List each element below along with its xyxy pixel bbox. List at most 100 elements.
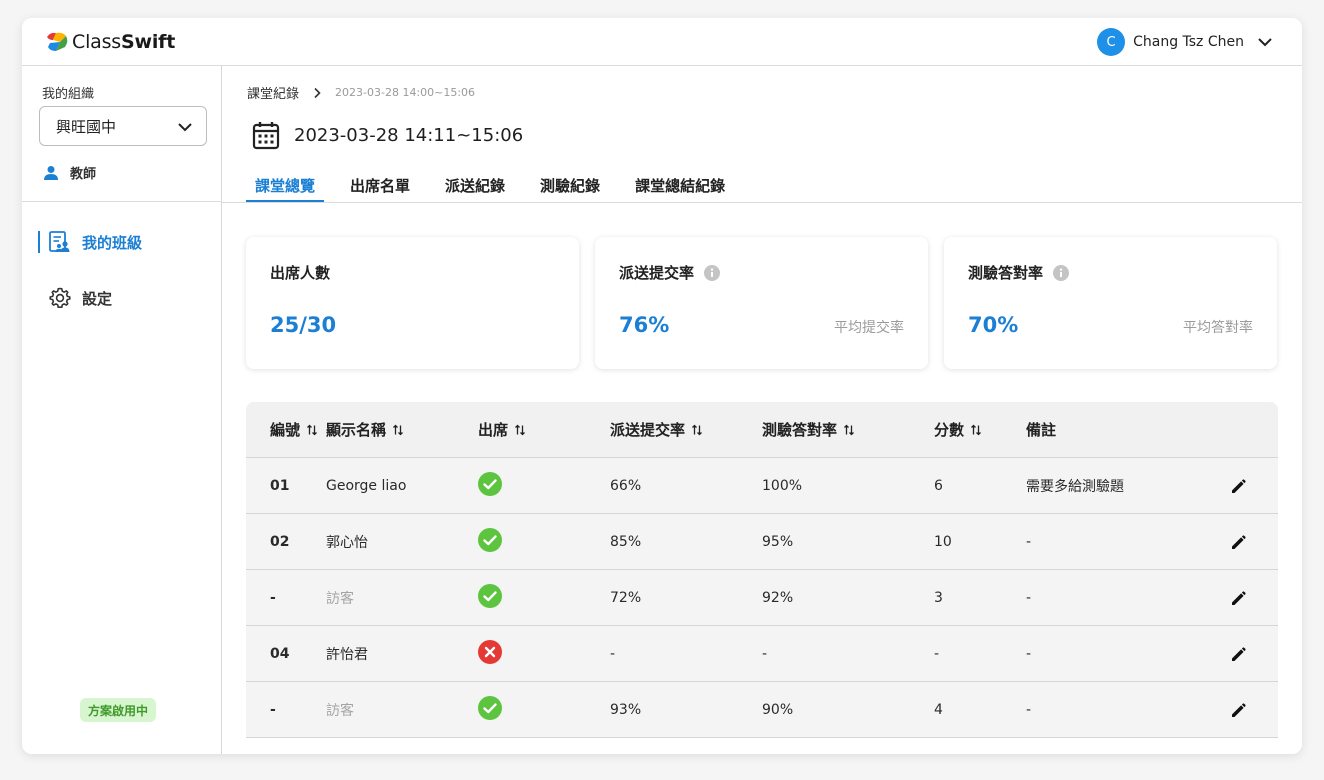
cell-actions: [1208, 477, 1278, 495]
pencil-icon[interactable]: [1230, 477, 1248, 495]
cell-submit-rate: 66%: [610, 477, 642, 494]
org-label: 我的組織: [42, 87, 95, 102]
tab-quiz-records[interactable]: 測驗紀錄: [531, 170, 609, 202]
sidebar-item-my-classes[interactable]: 我的班級: [38, 227, 142, 257]
info-icon[interactable]: [704, 264, 721, 281]
cell-name: 訪客: [326, 702, 354, 719]
column-header-name[interactable]: 顯示名稱: [326, 419, 478, 440]
cell-attendance: [478, 471, 610, 500]
cell-actions: [1208, 645, 1278, 663]
cell-attendance: [478, 695, 610, 724]
column-header-id[interactable]: 編號: [246, 419, 326, 440]
x-circle-icon: [478, 639, 502, 664]
stat-card-quiz-accuracy: 測驗答對率 70% 平均答對率: [944, 237, 1277, 369]
column-header-note: 備註: [1026, 421, 1057, 439]
cell-name: 郭心怡: [326, 534, 368, 551]
cell-actions: [1208, 533, 1278, 551]
class-roster-icon: [49, 231, 70, 252]
table-row: 01 George liao 66% 100% 6 需要多給測驗題: [246, 458, 1278, 514]
sort-arrows-icon[interactable]: [392, 424, 404, 436]
sort-arrows-icon[interactable]: [970, 424, 982, 436]
tab-attendance[interactable]: 出席名單: [341, 170, 419, 202]
chevron-down-icon[interactable]: [1256, 33, 1274, 51]
column-header-attendance[interactable]: 出席: [478, 419, 610, 440]
check-circle-icon: [478, 583, 502, 608]
main-content: 課堂紀錄 2023-03-28 14:00~15:06 2023-03-28 1…: [222, 66, 1302, 754]
avatar: C: [1097, 28, 1126, 56]
cell-score: 4: [934, 701, 943, 718]
stat-value: 25/30: [270, 313, 337, 337]
cell-accuracy: 92%: [762, 589, 794, 606]
breadcrumb: 課堂紀錄 2023-03-28 14:00~15:06: [247, 83, 475, 102]
check-circle-icon: [478, 695, 502, 720]
column-header-accuracy[interactable]: 測驗答對率: [762, 419, 934, 440]
cell-actions: [1208, 589, 1278, 607]
tab-bar: 課堂總覽 出席名單 派送紀錄 測驗紀錄 課堂總結紀錄: [246, 170, 751, 202]
cell-attendance: [478, 583, 610, 612]
check-circle-icon: [478, 527, 502, 552]
sort-arrows-icon[interactable]: [514, 424, 526, 436]
cell-accuracy: 95%: [762, 533, 794, 550]
breadcrumb-root-link[interactable]: 課堂紀錄: [247, 83, 299, 102]
page-title: 2023-03-28 14:11~15:06: [252, 120, 523, 150]
sort-arrows-icon[interactable]: [843, 424, 855, 436]
stat-subtitle: 平均答對率: [1183, 320, 1253, 336]
logo-text: ClassSwift: [72, 31, 176, 53]
cell-score: 6: [934, 477, 943, 494]
student-table: 編號 顯示名稱 出席 派送提交率 測驗答對率 分數 備註 01 George l…: [246, 402, 1278, 738]
sidebar-item-settings[interactable]: 設定: [38, 283, 112, 313]
cell-note: -: [1026, 645, 1032, 662]
cell-attendance: [478, 527, 610, 556]
nav-label-my-classes: 我的班級: [82, 233, 143, 252]
page-title-text: 2023-03-28 14:11~15:06: [294, 124, 524, 146]
calendar-icon: [252, 122, 280, 150]
cell-actions: [1208, 701, 1278, 719]
cell-submit-rate: 85%: [610, 533, 642, 550]
cell-accuracy: 90%: [762, 701, 794, 718]
cell-submit-rate: 93%: [610, 701, 642, 718]
stat-subtitle: 平均提交率: [834, 320, 904, 336]
cell-score: -: [934, 645, 940, 662]
sort-arrows-icon[interactable]: [691, 424, 703, 436]
table-header: 編號 顯示名稱 出席 派送提交率 測驗答對率 分數 備註: [246, 402, 1278, 458]
cell-submit-rate: 72%: [610, 589, 642, 606]
top-bar: ClassSwift C Chang Tsz Chen: [22, 18, 1302, 66]
pencil-icon[interactable]: [1230, 533, 1248, 551]
pencil-icon[interactable]: [1230, 701, 1248, 719]
cell-name: 訪客: [326, 590, 354, 607]
cell-note: -: [1026, 589, 1032, 606]
info-icon[interactable]: [1053, 264, 1070, 281]
cell-id: 04: [270, 645, 290, 662]
chevron-down-icon: [178, 123, 192, 132]
user-menu[interactable]: C Chang Tsz Chen: [1097, 28, 1274, 56]
user-role: 教師: [42, 163, 96, 182]
tab-overview[interactable]: 課堂總覽: [246, 170, 325, 202]
user-name: Chang Tsz Chen: [1133, 34, 1244, 50]
table-row: 04 許怡君 - - - -: [246, 626, 1278, 682]
stat-card-submit-rate: 派送提交率 76% 平均提交率: [595, 237, 928, 369]
column-header-score[interactable]: 分數: [934, 419, 1026, 440]
check-circle-icon: [478, 471, 502, 496]
pencil-icon[interactable]: [1230, 589, 1248, 607]
stat-title: 測驗答對率: [968, 262, 1070, 283]
classswift-logo[interactable]: ClassSwift: [44, 30, 175, 54]
org-select[interactable]: 興旺國中: [39, 106, 207, 146]
cell-submit-rate: -: [610, 645, 616, 662]
tab-dispatch-records[interactable]: 派送紀錄: [436, 170, 514, 202]
logo-mark-icon: [47, 32, 68, 51]
column-header-submit-rate[interactable]: 派送提交率: [610, 419, 762, 440]
stat-value: 70%: [968, 313, 1019, 337]
breadcrumb-current: 2023-03-28 14:00~15:06: [335, 86, 476, 99]
sort-arrows-icon[interactable]: [306, 424, 318, 436]
person-icon: [44, 165, 58, 180]
table-row: - 訪客 72% 92% 3 -: [246, 570, 1278, 626]
tab-summary-records[interactable]: 課堂總結紀錄: [626, 170, 734, 202]
table-row: 02 郭心怡 85% 95% 10 -: [246, 514, 1278, 570]
table-row: - 訪客 93% 90% 4 -: [246, 682, 1278, 738]
app-window: ClassSwift C Chang Tsz Chen 我的組織 興旺國中 教師: [22, 18, 1302, 754]
cell-id: 02: [270, 533, 290, 550]
cell-id: 01: [270, 477, 290, 494]
gear-icon: [49, 287, 71, 308]
pencil-icon[interactable]: [1230, 645, 1248, 663]
cell-name: 許怡君: [326, 646, 368, 663]
